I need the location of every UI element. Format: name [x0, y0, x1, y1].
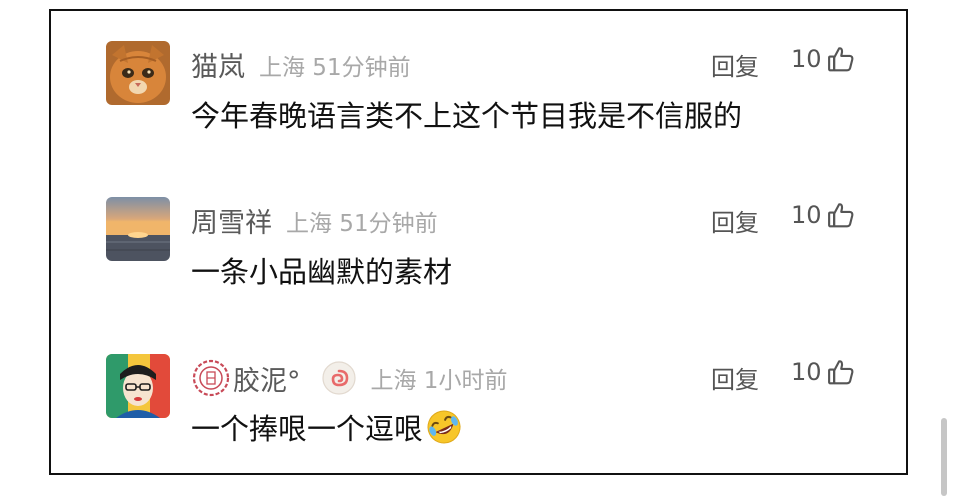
comment-item: 猫岚 上海 51分钟前 回复 10 今年春晚语言类不上这个节目我是不信服的 [51, 11, 906, 133]
comment-text: 一条小品幽默的素材 [191, 255, 453, 289]
comment-item: 周雪祥 上海 51分钟前 回复 10 一条小品幽默的素材 [51, 167, 906, 289]
reply-button[interactable]: 回复 [711, 360, 759, 395]
reply-button[interactable]: 回复 [711, 203, 759, 238]
comment-meta: 上海 51分钟前 [259, 54, 411, 81]
thumbs-up-icon [826, 357, 856, 387]
comment-list: 猫岚 上海 51分钟前 回复 10 今年春晚语言类不上这个节目我是不信服的 周雪… [49, 9, 908, 475]
rolling-laughing-emoji-icon [425, 408, 463, 446]
like-count: 10 [791, 358, 822, 386]
comment-text-row: 一个捧哏一个逗哏 [191, 406, 463, 448]
thumbs-up-icon [826, 200, 856, 230]
vertical-scrollbar[interactable] [941, 418, 947, 496]
comment-header: 周雪祥 上海 51分钟前 [191, 201, 438, 240]
swirl-badge-icon [321, 360, 357, 396]
like-button[interactable]: 10 [791, 357, 856, 387]
sunset-sea-avatar[interactable] [106, 197, 170, 261]
comment-meta: 上海 1小时前 [370, 368, 508, 394]
orange-cat-avatar[interactable] [106, 41, 170, 105]
like-button[interactable]: 10 [791, 44, 856, 74]
comment-item: 胶泥° 上海 1小时前 回复 10 一个捧哏一个逗哏 [51, 324, 906, 446]
comment-text: 今年春晚语言类不上这个节目我是不信服的 [191, 99, 743, 133]
red-seal-icon [191, 358, 231, 398]
comment-header: 猫岚 上海 51分钟前 [191, 45, 411, 84]
colorful-portrait-avatar[interactable] [106, 354, 170, 418]
reply-button[interactable]: 回复 [711, 47, 759, 82]
like-button[interactable]: 10 [791, 200, 856, 230]
thumbs-up-icon [826, 44, 856, 74]
username[interactable]: 胶泥° [233, 359, 301, 398]
like-count: 10 [791, 201, 822, 229]
comment-header: 胶泥° 上海 1小时前 [191, 358, 507, 398]
comment-text: 一个捧哏一个逗哏 [191, 412, 424, 446]
username[interactable]: 猫岚 [191, 45, 245, 84]
like-count: 10 [791, 45, 822, 73]
comment-meta: 上海 51分钟前 [286, 210, 438, 237]
username[interactable]: 周雪祥 [191, 201, 272, 240]
